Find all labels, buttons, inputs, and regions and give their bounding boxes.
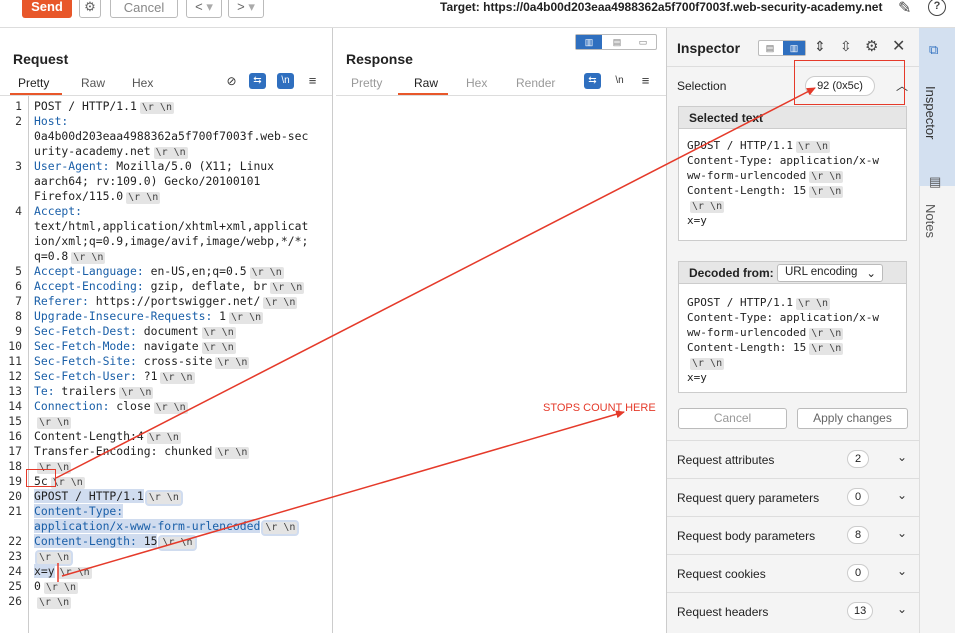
- burp-repeater-window: Send ⚙ Cancel < ▾ > ▾ Target: https://0a…: [0, 0, 955, 633]
- arrow-end-to-note: [61, 410, 625, 577]
- annotation-arrows: [55, 87, 816, 582]
- arrow-chunk-to-count: [55, 87, 816, 479]
